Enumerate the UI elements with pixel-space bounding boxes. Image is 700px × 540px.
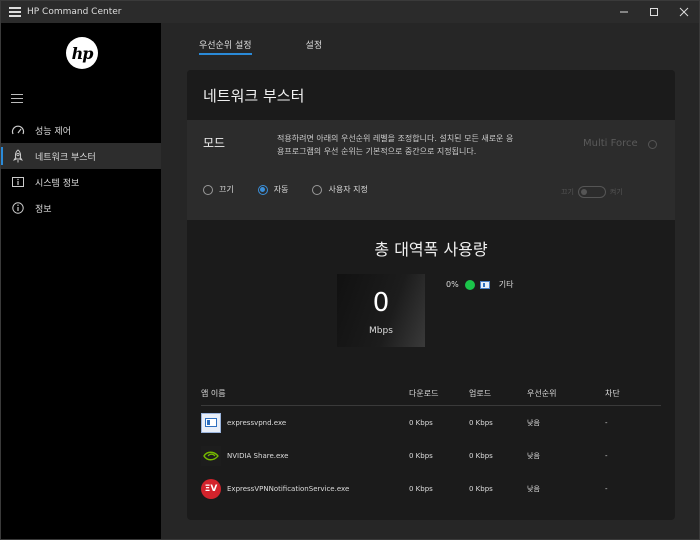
mode-radio-auto[interactable]: 자동 [257, 184, 289, 195]
column-header-download[interactable]: 다운로드 [409, 388, 469, 405]
minimize-icon [620, 11, 628, 13]
close-button[interactable] [669, 1, 699, 23]
main-content: 우선순위 설정 설정 네트워크 부스터 모드 적용하려면 아래의 우선순위 레벨… [161, 23, 699, 539]
network-booster-card: 네트워크 부스터 모드 적용하려면 아래의 우선순위 레벨을 조정합니다. 설치… [187, 70, 675, 520]
maximize-button[interactable] [639, 1, 669, 23]
app-icon [9, 7, 21, 17]
tab-settings[interactable]: 설정 [306, 38, 323, 55]
sidebar-item-label: 네트워크 부스터 [35, 152, 96, 163]
block-cell[interactable]: - [605, 419, 661, 427]
sidebar: hp 성능 제어 네트워크 부스터 시스템 정보 정보 [1, 23, 161, 539]
title-bar: HP Command Center [1, 1, 699, 23]
table-row[interactable]: ΞV ExpressVPNNotificationService.exe 0 K… [201, 472, 661, 505]
legend-label: 기타 [498, 280, 514, 289]
upload-cell: 0 Kbps [469, 484, 493, 493]
tab-priority-settings[interactable]: 우선순위 설정 [199, 38, 252, 55]
mode-radio-custom[interactable]: 사용자 지정 [312, 184, 368, 195]
multi-force-toggle[interactable] [577, 186, 606, 198]
block-cell[interactable]: - [605, 485, 661, 493]
bandwidth-unit: Mbps [369, 326, 393, 336]
mode-radio-off[interactable]: 끄기 [203, 184, 234, 195]
bandwidth-gauge: 0 Mbps [337, 274, 425, 347]
radio-label: 사용자 지정 [328, 185, 368, 194]
app-window: HP Command Center hp 성능 제어 네트워크 부스터 시스템 … [0, 0, 700, 540]
app-name: expressvpnd.exe [227, 418, 287, 427]
upload-cell: 0 Kbps [469, 418, 493, 427]
toggle-off-label: 끄기 [561, 188, 574, 196]
app-window-icon [479, 280, 490, 289]
download-cell: 0 Kbps [409, 484, 433, 493]
radio-label: 자동 [273, 185, 289, 194]
download-cell: 0 Kbps [409, 451, 433, 460]
legend-color-dot [464, 279, 475, 290]
column-header-app-name[interactable]: 앱 이름 [201, 388, 409, 405]
speedometer-icon [11, 123, 25, 137]
sidebar-item-system-info[interactable]: 시스템 정보 [1, 169, 161, 195]
priority-cell[interactable]: 낮음 [527, 418, 605, 428]
expressvpn-window-icon [201, 412, 221, 433]
mode-section: 모드 적용하려면 아래의 우선순위 레벨을 조정합니다. 설치된 모든 새로운 … [187, 120, 675, 220]
card-title: 네트워크 부스터 [187, 70, 675, 120]
mode-description: 적용하려면 아래의 우선순위 레벨을 조정합니다. 설치된 모든 새로운 응용프… [277, 134, 514, 156]
window-title: HP Command Center [27, 7, 122, 17]
app-name-cell: NVIDIA Share.exe [201, 445, 409, 466]
priority-cell[interactable]: 낮음 [527, 451, 605, 461]
minimize-button[interactable] [609, 1, 639, 23]
table-row[interactable]: NVIDIA Share.exe 0 Kbps 0 Kbps 낮음 - [201, 439, 661, 472]
bandwidth-title: 총 대역폭 사용량 [374, 240, 488, 259]
toggle-on-label: 켜기 [609, 188, 623, 196]
app-name: ExpressVPNNotificationService.exe [227, 484, 350, 493]
maximize-icon [650, 8, 658, 16]
rocket-icon [11, 149, 25, 163]
expressvpn-logo-icon: ΞV [201, 478, 221, 499]
multi-force-label: Multi Force [583, 138, 638, 149]
app-name-cell: expressvpnd.exe [201, 412, 409, 433]
tab-bar: 우선순위 설정 설정 [199, 38, 322, 55]
sidebar-item-label: 성능 제어 [35, 126, 71, 137]
table-row[interactable]: expressvpnd.exe 0 Kbps 0 Kbps 낮음 - [201, 406, 661, 439]
mode-label: 모드 [203, 136, 226, 150]
info-circle-icon [11, 201, 25, 215]
app-name: NVIDIA Share.exe [227, 451, 289, 460]
sidebar-nav: 성능 제어 네트워크 부스터 시스템 정보 정보 [1, 117, 161, 221]
upload-cell: 0 Kbps [469, 451, 493, 460]
window-controls [609, 1, 699, 23]
sidebar-item-label: 정보 [35, 204, 52, 215]
table-header: 앱 이름 다운로드 업로드 우선순위 차단 [201, 388, 661, 406]
radio-button[interactable] [203, 184, 213, 195]
hp-logo: hp [66, 37, 98, 69]
sidebar-item-performance[interactable]: 성능 제어 [1, 117, 161, 143]
app-name-cell: ΞV ExpressVPNNotificationService.exe [201, 478, 409, 499]
column-header-upload[interactable]: 업로드 [469, 388, 527, 405]
close-icon [679, 7, 689, 17]
info-box-icon [11, 175, 25, 189]
block-cell[interactable]: - [605, 452, 661, 460]
menu-toggle-icon[interactable] [11, 94, 23, 103]
radio-label: 끄기 [219, 185, 234, 194]
nvidia-icon [201, 445, 221, 466]
radio-button[interactable] [312, 184, 323, 195]
download-cell: 0 Kbps [409, 418, 433, 427]
priority-cell[interactable]: 낮음 [527, 484, 605, 494]
legend-percent: 0% [446, 280, 459, 289]
app-table: 앱 이름 다운로드 업로드 우선순위 차단 expressvpnd.exe 0 … [201, 388, 661, 505]
mode-radio-group: 끄기 자동 사용자 지정 [203, 184, 392, 195]
sidebar-item-network-booster[interactable]: 네트워크 부스터 [1, 143, 161, 169]
column-header-priority[interactable]: 우선순위 [527, 388, 605, 405]
help-icon[interactable] [648, 140, 657, 149]
column-header-block[interactable]: 차단 [605, 388, 661, 405]
bandwidth-value: 0 [372, 288, 390, 318]
sidebar-item-about[interactable]: 정보 [1, 195, 161, 221]
multi-force-toggle-group: 끄기 켜기 [561, 186, 623, 198]
radio-button-selected[interactable] [257, 184, 268, 195]
sidebar-item-label: 시스템 정보 [35, 178, 80, 189]
bandwidth-legend: 0% 기타 [446, 279, 513, 290]
